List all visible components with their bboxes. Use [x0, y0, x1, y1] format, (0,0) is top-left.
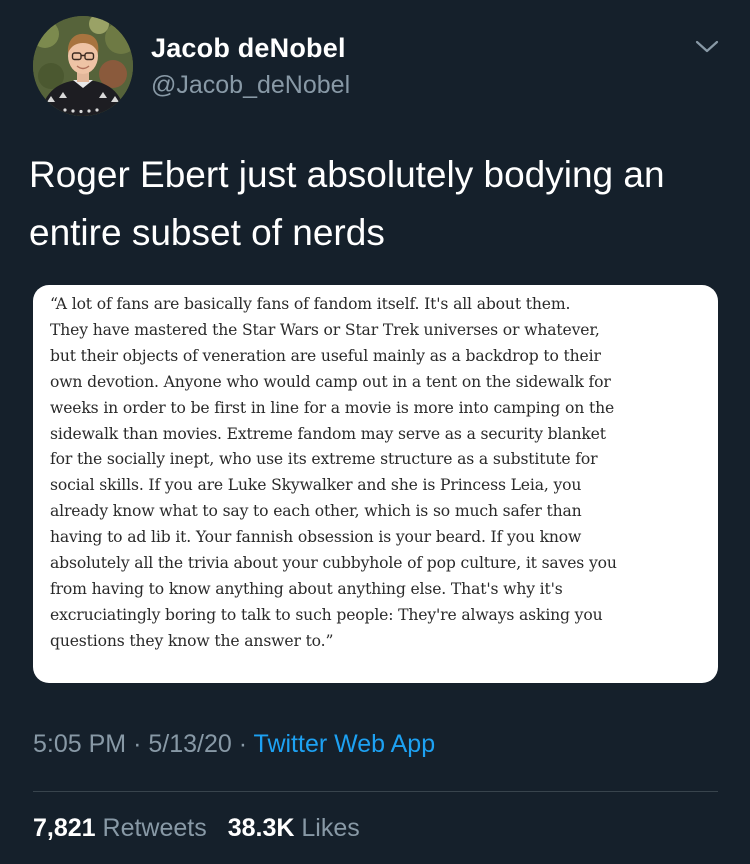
chevron-down-icon[interactable] [692, 35, 722, 57]
tweet-text: Roger Ebert just absolutely bodying an e… [29, 154, 665, 253]
profile-photo [33, 16, 133, 116]
author-handle[interactable]: @Jacob_deNobel [151, 71, 350, 100]
attached-image[interactable]: “A lot of fans are basically fans of fan… [33, 285, 718, 683]
tweet-source-link[interactable]: Twitter Web App [254, 730, 436, 758]
tweet-stats: 7,821 Retweets 38.3K Likes [33, 814, 360, 843]
meta-separator: · [238, 730, 248, 758]
retweets-count: 7,821 [33, 814, 96, 842]
image-quote-text: “A lot of fans are basically fans of fan… [50, 295, 617, 650]
likes-count: 38.3K [227, 814, 295, 842]
likes-label: Likes [301, 814, 360, 842]
retweets-stat[interactable]: 7,821 Retweets [33, 814, 207, 842]
author-display-name[interactable]: Jacob deNobel [151, 33, 346, 64]
likes-stat[interactable]: 38.3K Likes [228, 814, 360, 842]
avatar[interactable] [33, 16, 133, 116]
meta-separator: · [133, 730, 142, 758]
tweet-date[interactable]: 5/13/20 [148, 730, 231, 758]
divider [33, 791, 718, 792]
tweet: Jacob deNobel @Jacob_deNobel Roger Ebert… [0, 0, 750, 864]
tweet-meta: 5:05 PM · 5/13/20 · Twitter Web App [33, 730, 435, 759]
tweet-time[interactable]: 5:05 PM [33, 730, 126, 758]
retweets-label: Retweets [102, 814, 207, 842]
